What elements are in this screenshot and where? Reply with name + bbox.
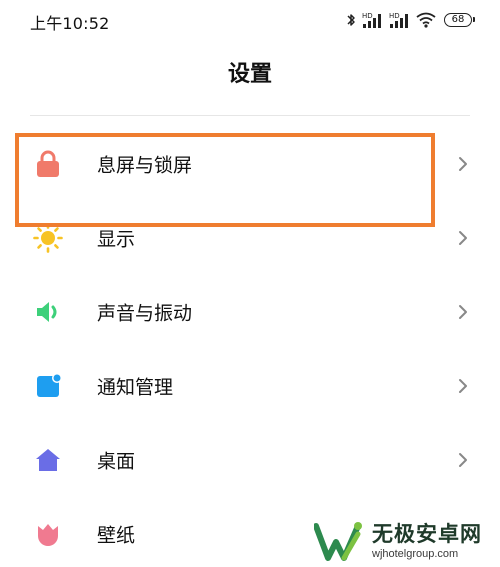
watermark: 无极安卓网 wjhotelgroup.com [314,517,500,567]
settings-item-label: 声音与振动 [97,302,193,325]
settings-item-sound[interactable]: 声音与振动 [0,275,500,349]
settings-item-lock-screen[interactable]: 息屏与锁屏 [0,127,500,201]
settings-item-label: 桌面 [97,450,136,473]
battery-indicator: 68 [444,13,475,27]
tulip-icon [32,518,64,550]
chevron-right-icon [456,302,470,322]
settings-list: 息屏与锁屏 显示 声音与振动 通知管理 桌面 壁纸 [0,127,500,567]
settings-item-notifications[interactable]: 通知管理 [0,349,500,423]
page-title: 设置 [227,62,272,87]
status-time: 上午10:52 [30,14,110,33]
chevron-right-icon [456,450,470,470]
bluetooth-icon [346,12,357,28]
signal-icon-sim2: HD [389,11,411,29]
settings-item-display[interactable]: 显示 [0,201,500,275]
watermark-text: 无极安卓网 wjhotelgroup.com [372,524,482,560]
settings-item-label: 显示 [97,228,136,251]
settings-screen: 上午10:52 HD HD 68 设置 息屏与锁屏 显示 声音与振动 通知管理 … [0,0,500,567]
chevron-right-icon [456,154,470,174]
watermark-logo-icon [314,522,362,561]
signal-hd-label-2: HD [389,12,400,20]
status-icons: HD HD 68 [346,8,475,32]
watermark-title: 无极安卓网 [372,522,482,546]
chevron-right-icon [456,376,470,396]
signal-hd-label-1: HD [362,12,373,20]
settings-item-label: 通知管理 [97,376,174,399]
chevron-right-icon [456,228,470,248]
settings-item-home-screen[interactable]: 桌面 [0,423,500,497]
divider [30,115,470,116]
settings-item-label: 壁纸 [97,524,136,547]
speaker-icon [32,296,64,328]
lock-icon [32,148,64,180]
watermark-url: wjhotelgroup.com [372,548,459,560]
settings-item-label: 息屏与锁屏 [97,154,193,177]
wifi-icon [416,12,436,28]
home-icon [32,444,64,476]
sun-icon [32,222,64,254]
signal-icon-sim1: HD [362,11,384,29]
status-bar: 上午10:52 HD HD 68 [0,0,500,40]
notification-icon [32,370,64,402]
